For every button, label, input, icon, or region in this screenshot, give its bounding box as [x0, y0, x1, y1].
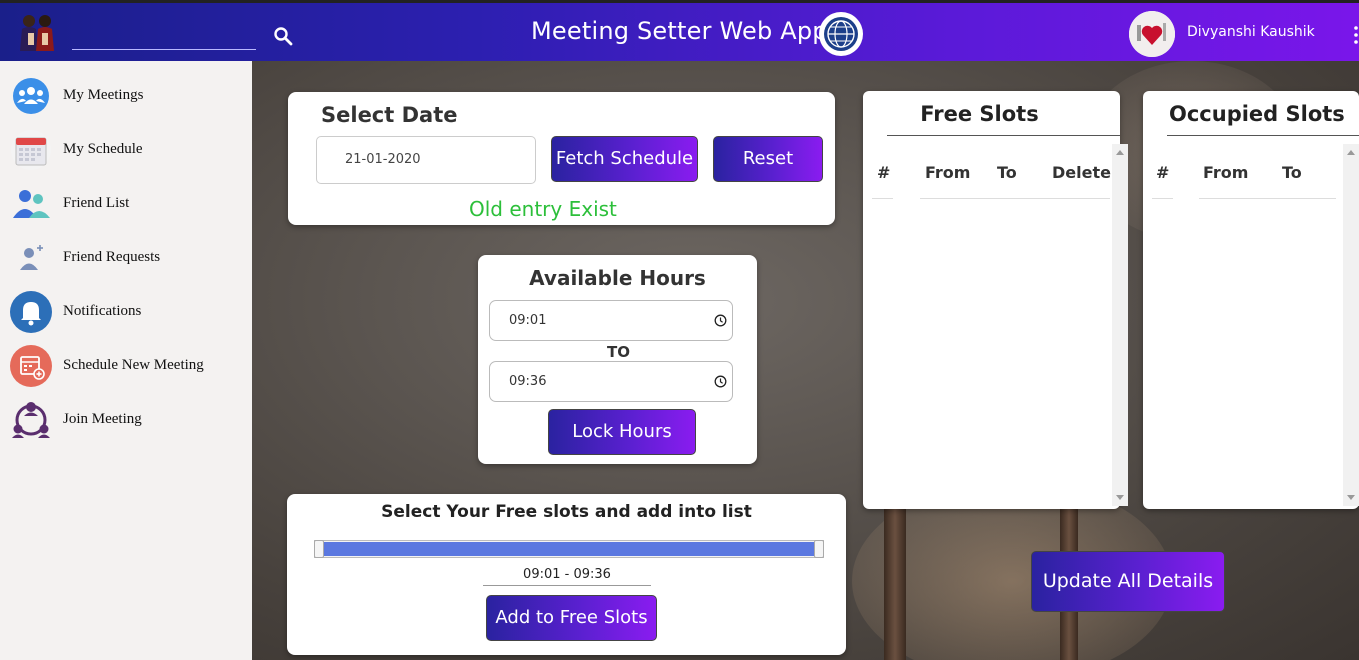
free-slot-picker-card: Select Your Free slots and add into list… [287, 494, 846, 655]
lock-hours-button[interactable]: Lock Hours [548, 409, 696, 455]
col-header-from: From [925, 163, 971, 182]
occupied-slots-scrollbar[interactable] [1343, 144, 1359, 506]
time-range-slider[interactable] [314, 540, 824, 558]
header-rule [872, 198, 893, 199]
fetch-schedule-button[interactable]: Fetch Schedule [551, 136, 698, 182]
col-header-delete: Delete [1052, 163, 1111, 182]
select-date-card: Select Date 21-01-2020 Fetch Schedule Re… [288, 92, 835, 225]
header-rule [1152, 198, 1173, 199]
add-to-free-slots-button[interactable]: Add to Free Slots [486, 595, 657, 641]
more-menu-icon[interactable] [1353, 25, 1359, 45]
col-header-to: To [997, 163, 1017, 182]
header-rule [920, 198, 1110, 199]
date-input[interactable]: 21-01-2020 [316, 136, 536, 184]
to-label: TO [607, 343, 630, 361]
occupied-slots-card: Occupied Slots # From To [1143, 91, 1359, 509]
sidebar-item-label: Friend List [63, 195, 130, 211]
clock-icon[interactable] [714, 314, 727, 327]
free-slots-card: Free Slots # From To Delete [863, 91, 1128, 509]
col-header-index: # [1156, 163, 1170, 182]
available-hours-card: Available Hours 09:01 TO 09:36 Lock Hour… [478, 255, 757, 464]
available-hours-title: Available Hours [529, 266, 706, 290]
avatar-heart-icon [1129, 11, 1175, 57]
col-header-from: From [1203, 163, 1249, 182]
scroll-up-arrow-icon[interactable] [1347, 150, 1355, 155]
join-people-icon [12, 402, 50, 438]
sidebar-item-label: My Meetings [63, 87, 144, 103]
col-header-to: To [1282, 163, 1302, 182]
top-navbar: Meeting Setter Web App Divyanshi Kaushik [0, 0, 1359, 61]
sidebar-item-my-schedule[interactable]: My Schedule [0, 125, 252, 175]
clock-icon[interactable] [714, 375, 727, 388]
sidebar-item-notifications[interactable]: Notifications [0, 287, 252, 337]
sidebar-item-label: Schedule New Meeting [63, 357, 204, 373]
range-start-handle[interactable] [314, 540, 324, 558]
search-input[interactable] [72, 49, 256, 50]
status-message: Old entry Exist [469, 197, 617, 221]
reset-button[interactable]: Reset [713, 136, 823, 182]
scroll-down-arrow-icon[interactable] [1116, 495, 1124, 500]
select-date-title: Select Date [321, 103, 458, 127]
range-end-handle[interactable] [814, 540, 824, 558]
from-time-value: 09:01 [509, 313, 547, 328]
calendar-icon [11, 130, 51, 170]
title-divider [887, 135, 1120, 136]
range-fill [324, 542, 814, 556]
app-title: Meeting Setter Web App [531, 17, 828, 45]
to-time-input[interactable]: 09:36 [489, 361, 733, 402]
scroll-up-arrow-icon[interactable] [1116, 150, 1124, 155]
calendar-add-icon [10, 345, 52, 387]
friends-icon [13, 190, 50, 218]
range-value-text: 09:01 - 09:36 [483, 567, 651, 586]
bell-icon [10, 291, 52, 333]
free-slots-title: Free Slots [920, 102, 1039, 126]
title-divider [1167, 135, 1359, 136]
user-avatar[interactable] [1129, 11, 1175, 57]
main-content: Select Date 21-01-2020 Fetch Schedule Re… [252, 61, 1359, 660]
sidebar-item-friend-requests[interactable]: Friend Requests [0, 233, 252, 283]
couple-logo-icon[interactable] [14, 11, 60, 55]
search-icon[interactable] [272, 25, 294, 47]
sidebar-item-my-meetings[interactable]: My Meetings [0, 71, 252, 121]
update-all-details-button[interactable]: Update All Details [1031, 551, 1225, 612]
sidebar-item-label: Join Meeting [63, 411, 142, 427]
sidebar-item-join-meeting[interactable]: Join Meeting [0, 395, 252, 445]
sidebar: My Meetings My Schedule Friend List Frie… [0, 61, 252, 660]
free-slots-scrollbar[interactable] [1112, 144, 1128, 506]
sidebar-item-label: Notifications [63, 303, 142, 319]
user-name[interactable]: Divyanshi Kaushik [1187, 24, 1315, 40]
sidebar-item-friend-list[interactable]: Friend List [0, 179, 252, 229]
sidebar-item-schedule-new-meeting[interactable]: Schedule New Meeting [0, 341, 252, 391]
globe-logo-icon [819, 12, 863, 56]
sidebar-item-label: Friend Requests [63, 249, 161, 265]
free-slot-picker-title: Select Your Free slots and add into list [381, 502, 752, 522]
from-time-input[interactable]: 09:01 [489, 300, 733, 341]
sidebar-item-label: My Schedule [63, 141, 143, 157]
scroll-down-arrow-icon[interactable] [1347, 495, 1355, 500]
header-rule [1199, 198, 1336, 199]
background-hourglass-rod [884, 501, 906, 660]
group-icon [13, 78, 49, 114]
to-time-value: 09:36 [509, 374, 547, 389]
add-friend-icon [20, 245, 43, 270]
occupied-slots-title: Occupied Slots [1169, 102, 1345, 126]
col-header-index: # [877, 163, 891, 182]
